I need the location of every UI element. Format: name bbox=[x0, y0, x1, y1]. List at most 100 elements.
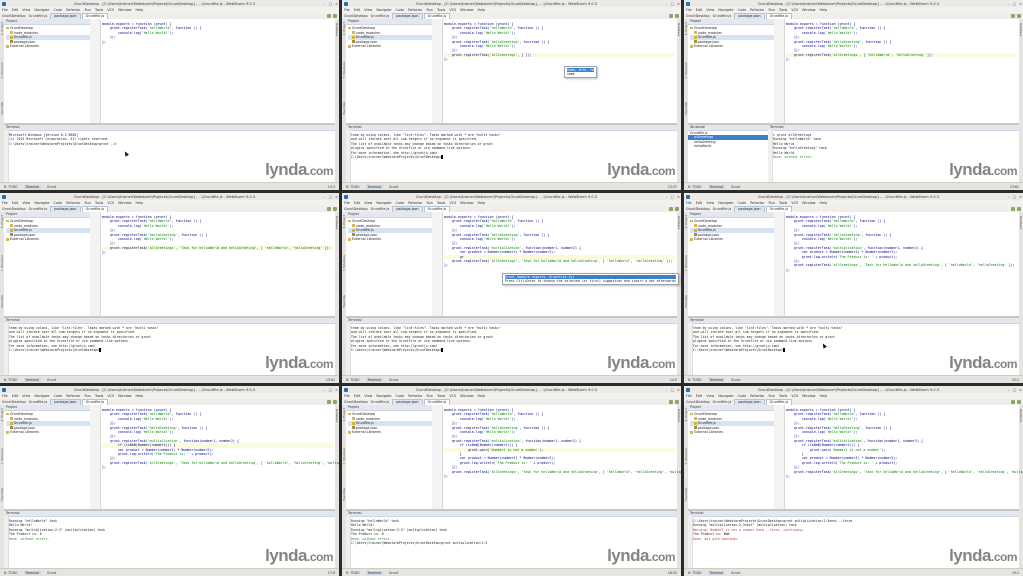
menu-view[interactable]: View bbox=[706, 201, 714, 205]
tree-node[interactable]: External Libraries bbox=[348, 237, 432, 242]
status-tool-tab[interactable]: 6: TODO bbox=[344, 185, 362, 189]
status-tool-tab[interactable]: Terminal bbox=[707, 377, 726, 382]
code-editor[interactable]: module.exports = function (grunt) { grun… bbox=[90, 405, 339, 509]
status-tool-tab[interactable]: Grunt bbox=[45, 571, 58, 575]
code-editor[interactable]: module.exports = function (grunt) { grun… bbox=[90, 212, 335, 316]
menu-refactor[interactable]: Refactor bbox=[408, 201, 422, 205]
menu-run[interactable]: Run bbox=[768, 8, 775, 12]
menu-edit[interactable]: Edit bbox=[12, 201, 19, 205]
menu-navigate[interactable]: Navigate bbox=[376, 8, 391, 12]
minimize-icon[interactable]: – bbox=[322, 195, 327, 199]
menu-help[interactable]: Help bbox=[478, 8, 486, 12]
menu-run[interactable]: Run bbox=[426, 201, 433, 205]
debug-icon[interactable] bbox=[675, 207, 679, 211]
menu-window[interactable]: Window bbox=[118, 394, 131, 398]
menu-navigate[interactable]: Navigate bbox=[34, 8, 49, 12]
close-icon[interactable]: × bbox=[334, 2, 339, 6]
menu-window[interactable]: Window bbox=[802, 394, 815, 398]
menu-code[interactable]: Code bbox=[738, 394, 747, 398]
menu-file[interactable]: File bbox=[344, 8, 350, 12]
debug-icon[interactable] bbox=[675, 14, 679, 18]
status-tool-tab[interactable]: Terminal bbox=[707, 570, 726, 575]
database-tool-button[interactable]: Database bbox=[1019, 23, 1023, 36]
tree-node[interactable]: External Libraries bbox=[690, 237, 774, 242]
menu-help[interactable]: Help bbox=[820, 201, 828, 205]
database-tool-button[interactable]: Database bbox=[335, 23, 339, 36]
database-tool-button[interactable]: Database bbox=[1019, 409, 1023, 422]
debug-icon[interactable] bbox=[333, 207, 337, 211]
code-area[interactable]: module.exports = function (grunt) { grun… bbox=[102, 215, 333, 255]
database-tool-button[interactable]: Database bbox=[677, 216, 681, 229]
code-area[interactable]: module.exports = function (grunt) { grun… bbox=[102, 22, 333, 44]
run-icon[interactable] bbox=[1011, 400, 1015, 404]
menu-vcs[interactable]: VCS bbox=[791, 201, 798, 205]
menu-window[interactable]: Window bbox=[460, 394, 473, 398]
breadcrumb-project[interactable]: GruntDesktop bbox=[2, 207, 26, 211]
menu-refactor[interactable]: Refactor bbox=[750, 394, 764, 398]
menu-vcs[interactable]: VCS bbox=[107, 201, 114, 205]
menu-tools[interactable]: Tools bbox=[779, 201, 787, 205]
code-area[interactable]: module.exports = function (grunt) { grun… bbox=[102, 408, 339, 470]
status-tool-tab[interactable]: Grunt bbox=[729, 378, 742, 382]
menu-refactor[interactable]: Refactor bbox=[66, 201, 80, 205]
debug-icon[interactable] bbox=[1017, 14, 1021, 18]
menu-window[interactable]: Window bbox=[802, 8, 815, 12]
status-tool-tab[interactable]: 6: TODO bbox=[2, 571, 20, 575]
menu-code[interactable]: Code bbox=[738, 8, 747, 12]
debug-icon[interactable] bbox=[333, 400, 337, 404]
menu-vcs[interactable]: VCS bbox=[791, 394, 798, 398]
tree-node[interactable]: External Libraries bbox=[690, 430, 774, 435]
breadcrumb-project[interactable]: GruntDesktop bbox=[686, 400, 710, 404]
menu-run[interactable]: Run bbox=[768, 201, 775, 205]
status-tool-tab[interactable]: 6: TODO bbox=[2, 185, 20, 189]
menu-refactor[interactable]: Refactor bbox=[750, 8, 764, 12]
menu-edit[interactable]: Edit bbox=[696, 394, 703, 398]
menu-tools[interactable]: Tools bbox=[437, 394, 445, 398]
debug-icon[interactable] bbox=[675, 400, 679, 404]
minimize-icon[interactable]: – bbox=[664, 2, 669, 6]
autocomplete-popup[interactable]: grunt (module.exports, Gruntfile.js) Pres… bbox=[502, 273, 679, 286]
status-tool-tab[interactable]: 6: TODO bbox=[2, 378, 20, 382]
menu-file[interactable]: File bbox=[686, 8, 692, 12]
menu-edit[interactable]: Edit bbox=[354, 394, 361, 398]
tree-node[interactable]: External Libraries bbox=[6, 237, 90, 242]
tree-node[interactable]: External Libraries bbox=[6, 430, 90, 435]
menu-window[interactable]: Window bbox=[460, 8, 473, 12]
tree-node[interactable]: External Libraries bbox=[6, 44, 90, 49]
menu-edit[interactable]: Edit bbox=[354, 8, 361, 12]
status-tool-tab[interactable]: Grunt bbox=[45, 378, 58, 382]
menu-help[interactable]: Help bbox=[478, 394, 486, 398]
run-icon[interactable] bbox=[669, 207, 673, 211]
menu-code[interactable]: Code bbox=[738, 201, 747, 205]
close-icon[interactable]: × bbox=[1018, 2, 1023, 6]
menu-tools[interactable]: Tools bbox=[95, 394, 103, 398]
menu-edit[interactable]: Edit bbox=[696, 8, 703, 12]
code-editor[interactable]: module.exports = function (grunt) { grun… bbox=[432, 405, 681, 509]
menu-file[interactable]: File bbox=[2, 8, 8, 12]
menu-code[interactable]: Code bbox=[396, 394, 405, 398]
close-icon[interactable]: × bbox=[676, 388, 681, 392]
menu-view[interactable]: View bbox=[22, 394, 30, 398]
code-editor[interactable]: module.exports = function (grunt) { grun… bbox=[432, 212, 677, 316]
menu-run[interactable]: Run bbox=[84, 201, 91, 205]
breadcrumb-file[interactable]: Gruntfile.js bbox=[29, 14, 48, 18]
menu-navigate[interactable]: Navigate bbox=[34, 201, 49, 205]
status-tool-tab[interactable]: 6: TODO bbox=[686, 571, 704, 575]
database-tool-button[interactable]: Database bbox=[335, 216, 339, 229]
menu-window[interactable]: Window bbox=[460, 201, 473, 205]
maximize-icon[interactable]: □ bbox=[1012, 2, 1017, 6]
run-icon[interactable] bbox=[327, 207, 331, 211]
menu-view[interactable]: View bbox=[364, 8, 372, 12]
close-icon[interactable]: × bbox=[1018, 388, 1023, 392]
breadcrumb-file[interactable]: Gruntfile.js bbox=[713, 207, 732, 211]
tree-node[interactable]: External Libraries bbox=[348, 430, 432, 435]
menu-code[interactable]: Code bbox=[396, 8, 405, 12]
close-icon[interactable]: × bbox=[334, 195, 339, 199]
status-tool-tab[interactable]: Grunt bbox=[45, 185, 58, 189]
code-editor[interactable]: module.exports = function (grunt) { grun… bbox=[90, 19, 335, 123]
maximize-icon[interactable]: □ bbox=[670, 388, 675, 392]
status-tool-tab[interactable]: 6: TODO bbox=[686, 185, 704, 189]
close-icon[interactable]: × bbox=[676, 2, 681, 6]
status-tool-tab[interactable]: Grunt bbox=[729, 571, 742, 575]
autocomplete-item[interactable]: name bbox=[567, 72, 594, 76]
